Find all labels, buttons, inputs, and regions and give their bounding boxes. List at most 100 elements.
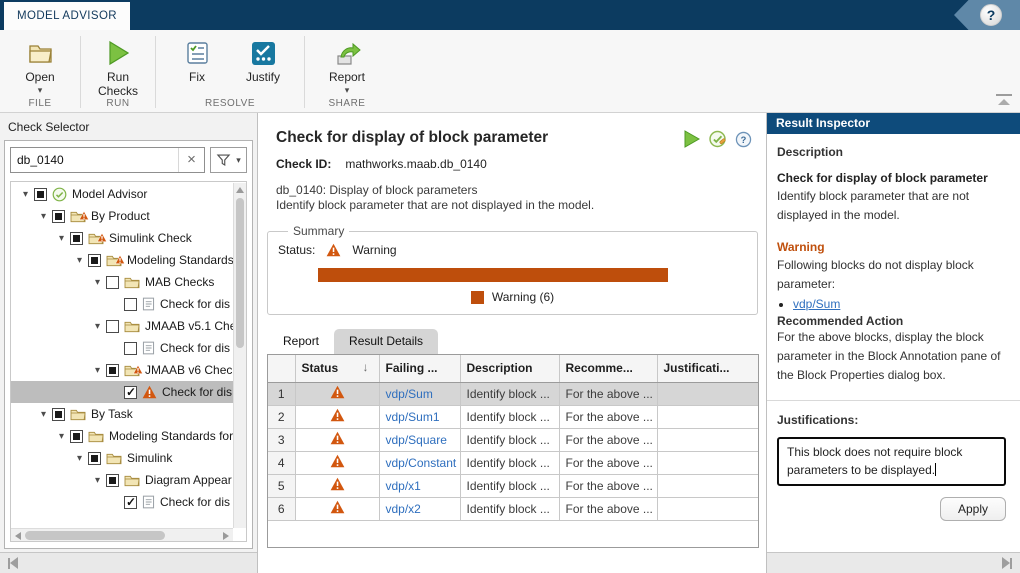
table-row[interactable]: 3vdp/SquareIdentify block ...For the abo… xyxy=(268,428,758,451)
result-inspector-title: Result Inspector xyxy=(767,113,1020,134)
collapse-toolstrip-button[interactable] xyxy=(996,94,1012,105)
collapse-right-arrow-icon xyxy=(1002,557,1010,569)
folder-icon xyxy=(124,275,140,289)
table-row[interactable]: 6vdp/x2Identify block ...For the above .… xyxy=(268,497,758,520)
tree-checkbox[interactable] xyxy=(106,320,119,333)
tree-checkbox[interactable] xyxy=(70,232,83,245)
tree-item-check-for-dis[interactable]: Check for dis xyxy=(11,293,233,315)
tab-result-details[interactable]: Result Details xyxy=(334,329,438,354)
scroll-right-arrow-icon[interactable] xyxy=(223,532,229,540)
tree-hscroll-thumb[interactable] xyxy=(25,531,165,540)
header-justification[interactable]: Justificati... xyxy=(657,355,758,382)
tree-vertical-scrollbar[interactable] xyxy=(233,183,246,528)
header-recommendation[interactable]: Recomme... xyxy=(559,355,657,382)
tree-checkbox[interactable] xyxy=(124,496,137,509)
scroll-up-arrow-icon[interactable] xyxy=(236,187,244,193)
document-icon xyxy=(142,495,155,509)
help-button[interactable]: ? xyxy=(980,4,1002,26)
report-dropdown-caret-icon[interactable]: ▾ xyxy=(345,85,350,96)
expander-icon[interactable]: ▾ xyxy=(17,189,34,200)
filter-funnel-icon xyxy=(216,153,231,167)
row-number: 1 xyxy=(268,382,295,405)
tree-item-check-for-dis[interactable]: Check for dis xyxy=(11,337,233,359)
tree-item-check-for-dis[interactable]: Check for dis xyxy=(11,381,233,403)
tree-checkbox[interactable] xyxy=(124,386,137,399)
tree-item-jmaab-v6-chec[interactable]: ▾JMAAB v6 Chec xyxy=(11,359,233,381)
tree-item-jmaab-v5-1-che[interactable]: ▾JMAAB v5.1 Che xyxy=(11,315,233,337)
tree-item-by-task[interactable]: ▾By Task xyxy=(11,403,233,425)
header-description[interactable]: Description xyxy=(460,355,559,382)
tree-item-by-product[interactable]: ▾By Product xyxy=(11,205,233,227)
tree-checkbox[interactable] xyxy=(106,474,119,487)
tree-item-mab-checks[interactable]: ▾MAB Checks xyxy=(11,271,233,293)
tree-item-simulink[interactable]: ▾Simulink xyxy=(11,447,233,469)
tree-checkbox[interactable] xyxy=(106,364,119,377)
scroll-left-arrow-icon[interactable] xyxy=(15,532,21,540)
filter-button[interactable]: ▾ xyxy=(210,147,247,173)
clear-search-button[interactable]: × xyxy=(178,148,204,172)
tree-item-check-for-dis[interactable]: Check for dis▾ xyxy=(11,491,233,513)
failing-block-link[interactable]: vdp/Sum1 xyxy=(386,410,440,424)
sort-descending-icon[interactable]: ↓ xyxy=(363,360,369,374)
expander-icon[interactable]: ▾ xyxy=(89,321,106,332)
expander-icon[interactable]: ▾ xyxy=(89,365,106,376)
tree-checkbox[interactable] xyxy=(88,452,101,465)
tree-horizontal-scrollbar[interactable] xyxy=(11,528,233,541)
expander-icon[interactable]: ▾ xyxy=(53,233,70,244)
header-failing[interactable]: Failing ... xyxy=(379,355,460,382)
failing-block-link[interactable]: vdp/x2 xyxy=(386,502,421,516)
failing-block-cell: vdp/Constant xyxy=(379,451,460,474)
failing-block-link[interactable]: vdp/Constant xyxy=(386,456,457,470)
open-dropdown-caret-icon[interactable]: ▾ xyxy=(38,85,43,96)
expander-icon[interactable]: ▾ xyxy=(71,453,88,464)
tree-item-model-advisor[interactable]: ▾Model Advisor xyxy=(11,183,233,205)
tree-item-simulink-check[interactable]: ▾Simulink Check xyxy=(11,227,233,249)
failing-block-link[interactable]: vdp/Square xyxy=(386,433,447,447)
check-help-icon[interactable]: ? xyxy=(735,131,752,148)
tree-checkbox[interactable] xyxy=(124,298,137,311)
apply-button[interactable]: Apply xyxy=(940,497,1006,521)
table-row[interactable]: 4vdp/ConstantIdentify block ...For the a… xyxy=(268,451,758,474)
table-row[interactable]: 1vdp/SumIdentify block ...For the above … xyxy=(268,382,758,405)
section-label-share: SHARE xyxy=(305,98,389,109)
tree-checkbox[interactable] xyxy=(88,254,101,267)
justification-cell xyxy=(657,451,758,474)
tree-checkbox[interactable] xyxy=(70,430,83,443)
run-this-check-icon[interactable] xyxy=(683,130,700,148)
fix-checklist-icon xyxy=(185,38,210,68)
failing-block-link[interactable]: vdp/x1 xyxy=(386,479,421,493)
justification-input[interactable]: This block does not require block parame… xyxy=(777,437,1006,486)
document-icon xyxy=(142,297,155,311)
tree-item-modeling-standards[interactable]: ▾Modeling Standards xyxy=(11,249,233,271)
collapse-right-panel-button[interactable] xyxy=(1002,557,1012,569)
tree-item-modeling-standards-for[interactable]: ▾Modeling Standards for xyxy=(11,425,233,447)
tab-model-advisor[interactable]: MODEL ADVISOR xyxy=(4,2,130,30)
check-id-value: mathworks.maab.db_0140 xyxy=(345,157,486,171)
search-input[interactable] xyxy=(11,148,178,172)
check-description-line1: db_0140: Display of block parameters xyxy=(276,183,766,198)
tree-checkbox[interactable] xyxy=(34,188,47,201)
toolstrip-group-run: Run Checks RUN xyxy=(81,30,155,112)
justify-check-icon[interactable] xyxy=(708,130,727,148)
failing-block-link[interactable]: vdp/Sum xyxy=(386,387,433,401)
expander-icon[interactable]: ▾ xyxy=(89,475,106,486)
collapse-left-panel-button[interactable] xyxy=(8,557,18,569)
expander-icon[interactable]: ▾ xyxy=(35,409,52,420)
model-advisor-window: MODEL ADVISOR ? Open ▾ FILE Run Checks xyxy=(0,0,1020,573)
header-status[interactable]: Status↓ xyxy=(295,355,379,382)
expander-icon[interactable]: ▾ xyxy=(53,431,70,442)
tab-report[interactable]: Report xyxy=(268,329,334,354)
tree-checkbox[interactable] xyxy=(52,210,65,223)
tree-vscroll-thumb[interactable] xyxy=(236,198,244,348)
tree-checkbox[interactable] xyxy=(106,276,119,289)
expander-icon[interactable]: ▾ xyxy=(71,255,88,266)
tree-item-diagram-appear[interactable]: ▾Diagram Appear xyxy=(11,469,233,491)
tree-checkbox[interactable] xyxy=(124,342,137,355)
failing-block-link[interactable]: vdp/Sum xyxy=(793,297,840,311)
expander-icon[interactable]: ▾ xyxy=(89,277,106,288)
table-row[interactable]: 2vdp/Sum1Identify block ...For the above… xyxy=(268,405,758,428)
left-panel-bottom-strip xyxy=(0,552,257,573)
expander-icon[interactable]: ▾ xyxy=(35,211,52,222)
table-row[interactable]: 5vdp/x1Identify block ...For the above .… xyxy=(268,474,758,497)
tree-checkbox[interactable] xyxy=(52,408,65,421)
